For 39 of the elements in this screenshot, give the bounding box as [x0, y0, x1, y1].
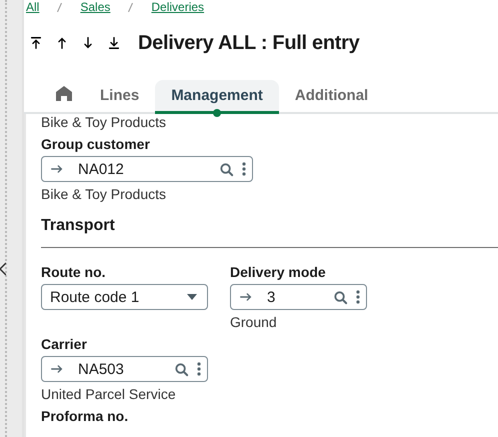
search-icon — [174, 362, 189, 376]
breadcrumb-link[interactable]: Deliveries — [151, 0, 204, 14]
field-description: Bike & Toy Products — [41, 186, 168, 202]
field-label: Route no. — [41, 264, 107, 280]
arrow-up-icon — [55, 36, 69, 50]
section-title: Transport — [41, 216, 116, 236]
tab[interactable]: Management — [155, 80, 279, 114]
breadcrumb-link[interactable]: Sales — [80, 0, 110, 14]
separator-icon — [57, 2, 62, 12]
lookup-field[interactable]: 3 — [230, 284, 367, 310]
field-label: Group customer — [41, 136, 151, 152]
arrow-right-icon — [50, 362, 64, 376]
field-description: Ground — [230, 314, 278, 330]
arrow-right-icon — [50, 162, 64, 176]
search-icon — [219, 162, 234, 176]
page-title: Delivery ALL : Full entry — [138, 32, 360, 54]
arrow-right-icon — [239, 290, 253, 304]
arrow-to-top-icon — [29, 36, 43, 50]
tab[interactable]: Lines — [84, 80, 156, 114]
field-label: Proforma no. — [41, 408, 128, 424]
chevron-left-icon[interactable] — [0, 262, 6, 276]
breadcrumb-link[interactable]: All — [26, 0, 40, 14]
more-icon[interactable] — [356, 290, 360, 304]
more-icon[interactable] — [197, 362, 201, 376]
customer-name: Bike & Toy Products — [41, 114, 168, 130]
field-label: Delivery mode — [230, 264, 327, 280]
arrow-down-icon — [81, 36, 95, 50]
field-description: United Parcel Service — [41, 386, 177, 402]
lookup-field[interactable]: NA503 — [41, 356, 208, 382]
tab[interactable]: Additional — [278, 80, 384, 114]
field-label: Carrier — [41, 336, 88, 352]
home-icon — [56, 86, 72, 101]
caret-icon — [187, 294, 197, 300]
lookup-field[interactable]: NA012 — [41, 156, 253, 182]
separator-icon — [128, 2, 134, 12]
more-icon[interactable] — [242, 162, 246, 176]
arrow-to-bottom-icon — [107, 36, 121, 50]
search-icon — [333, 290, 348, 304]
route-select[interactable]: Route code 1 — [41, 284, 208, 310]
